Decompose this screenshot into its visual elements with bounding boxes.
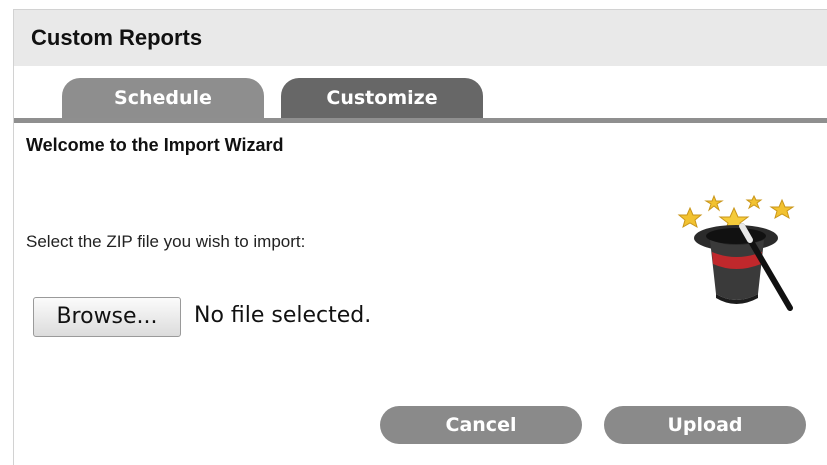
import-prompt: Select the ZIP file you wish to import:: [26, 232, 306, 251]
tab-schedule[interactable]: Schedule: [62, 78, 264, 118]
magic-hat-icon: [677, 194, 795, 311]
tab-customize[interactable]: Customize: [281, 78, 483, 118]
tab-bar: Schedule Customize: [14, 66, 827, 128]
tab-divider: [14, 118, 827, 123]
file-status-label: No file selected.: [194, 303, 372, 328]
upload-button[interactable]: Upload: [604, 406, 806, 444]
browse-button[interactable]: Browse...: [33, 297, 181, 337]
wizard-title: Welcome to the Import Wizard: [26, 135, 284, 155]
cancel-button[interactable]: Cancel: [380, 406, 582, 444]
page-title: Custom Reports: [31, 25, 203, 50]
panel-header: Custom Reports: [14, 10, 827, 66]
custom-reports-panel: Custom Reports Schedule Customize Welcom…: [13, 9, 827, 465]
